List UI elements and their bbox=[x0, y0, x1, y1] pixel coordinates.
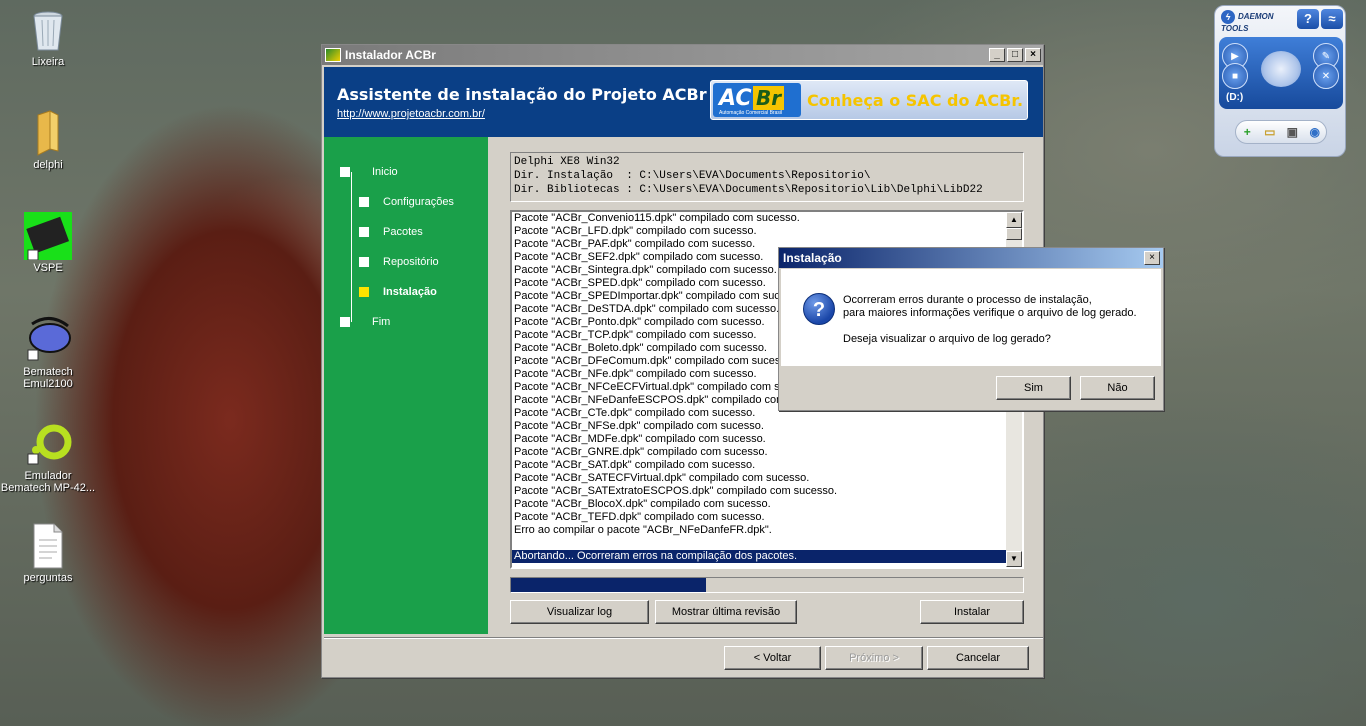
desktop-icon-bematech-emul2100[interactable]: Bematech Emul2100 bbox=[0, 316, 96, 390]
log-line[interactable]: Erro ao compilar o pacote "ACBr_NFeDanfe… bbox=[512, 524, 1006, 537]
recycle-bin-icon bbox=[24, 6, 72, 54]
daemon-tools-logo: ϟ DAEMON TOOLS bbox=[1221, 10, 1274, 33]
add-image-icon[interactable]: + bbox=[1240, 125, 1255, 140]
desktop-icon-label: VSPE bbox=[33, 262, 63, 274]
dialog-message-line3: Deseja visualizar o arquivo de log gerad… bbox=[843, 333, 1051, 345]
progress-fill bbox=[511, 578, 706, 592]
desktop-icon-delphi[interactable]: delphi bbox=[0, 109, 96, 171]
install-button[interactable]: Instalar bbox=[920, 600, 1024, 624]
desktop-icon-label: Bematech Emul2100 bbox=[23, 366, 73, 390]
view-log-button[interactable]: Visualizar log bbox=[510, 600, 649, 624]
desktop-icon-perguntas[interactable]: perguntas bbox=[0, 522, 96, 584]
step-instalacao: Instalação bbox=[359, 286, 437, 298]
step-marker bbox=[340, 317, 350, 327]
desktop-icon-label: perguntas bbox=[23, 572, 73, 584]
project-link[interactable]: http://www.projetoacbr.com.br/ bbox=[337, 108, 485, 120]
question-icon: ? bbox=[803, 293, 835, 325]
folder-icon bbox=[24, 109, 72, 157]
log-line[interactable]: Pacote "ACBr_SATExtratoESCPOS.dpk" compi… bbox=[512, 485, 1006, 498]
desktop-icon-vspe[interactable]: VSPE bbox=[0, 212, 96, 274]
log-line[interactable] bbox=[512, 537, 1006, 550]
virtual-drive[interactable]: ▶ ■ ✎ ✕ (D:) bbox=[1219, 37, 1343, 109]
drive-settings-icon[interactable]: ▣ bbox=[1285, 125, 1300, 140]
wizard-steps-sidebar: Inicio Configurações Pacotes Repositório… bbox=[324, 137, 488, 634]
unmount-icon[interactable]: ✕ bbox=[1313, 63, 1339, 89]
open-image-icon[interactable]: ▭ bbox=[1262, 125, 1277, 140]
desktop-icon-label: delphi bbox=[33, 159, 63, 171]
dialog-message-line2: para maiores informações verifique o arq… bbox=[843, 307, 1137, 319]
close-button[interactable]: × bbox=[1025, 48, 1041, 62]
log-line[interactable]: Pacote "ACBr_TEFD.dpk" compilado com suc… bbox=[512, 511, 1006, 524]
text-file-icon bbox=[24, 522, 72, 570]
window-title: Instalador ACBr bbox=[345, 48, 436, 62]
step-marker bbox=[359, 257, 369, 267]
banner-text: Conheça o SAC do ACBr. bbox=[807, 90, 1024, 110]
drive-label: (D:) bbox=[1226, 92, 1244, 103]
dialog-close-button[interactable]: × bbox=[1144, 251, 1160, 265]
scroll-thumb[interactable] bbox=[1006, 228, 1022, 240]
disc-icon bbox=[1261, 51, 1301, 87]
step-marker bbox=[359, 287, 369, 297]
bematech-emulator-icon bbox=[24, 316, 72, 364]
step-marker bbox=[340, 167, 350, 177]
catalog-icon[interactable]: ◉ bbox=[1307, 125, 1322, 140]
daemon-tools-gadget: ϟ DAEMON TOOLS ? ≈ ▶ ■ ✎ ✕ (D:) + ▭ ▣ ◉ bbox=[1214, 5, 1346, 157]
log-line[interactable]: Pacote "ACBr_Convenio115.dpk" compilado … bbox=[512, 212, 1006, 225]
dialog-yes-button[interactable]: Sim bbox=[996, 376, 1071, 400]
window-titlebar[interactable]: Instalador ACBr _ □ × bbox=[322, 45, 1043, 65]
environment-info: Delphi XE8 Win32 Dir. Instalação : C:\Use… bbox=[510, 152, 1024, 202]
next-button: Próximo > bbox=[825, 646, 923, 670]
installation-dialog: Instalação × ? Ocorreram erros durante o… bbox=[778, 247, 1164, 411]
log-line[interactable]: Pacote "ACBr_LFD.dpk" compilado com suce… bbox=[512, 225, 1006, 238]
rss-button[interactable]: ≈ bbox=[1321, 9, 1343, 29]
wizard-header: Assistente de instalação do Projeto ACBr… bbox=[324, 67, 1043, 137]
log-line[interactable]: Pacote "ACBr_SATECFVirtual.dpk" compilad… bbox=[512, 472, 1006, 485]
stop-icon[interactable]: ■ bbox=[1222, 63, 1248, 89]
log-line[interactable]: Pacote "ACBr_SAT.dpk" compilado com suce… bbox=[512, 459, 1006, 472]
log-line[interactable]: Pacote "ACBr_NFSe.dpk" compilado com suc… bbox=[512, 420, 1006, 433]
acbr-logo: AC Br Automação Comercial Brasil bbox=[713, 83, 801, 117]
log-line[interactable]: Pacote "ACBr_BlocoX.dpk" compilado com s… bbox=[512, 498, 1006, 511]
minimize-button[interactable]: _ bbox=[989, 48, 1005, 62]
step-configuracoes: Configurações bbox=[359, 196, 454, 208]
dialog-body: ? Ocorreram erros durante o processo de … bbox=[781, 269, 1161, 366]
sac-banner[interactable]: AC Br Automação Comercial Brasil Conheça… bbox=[710, 80, 1028, 120]
step-pacotes: Pacotes bbox=[359, 226, 423, 238]
maximize-button[interactable]: □ bbox=[1007, 48, 1023, 62]
install-progress-bar bbox=[510, 577, 1024, 593]
vspe-icon bbox=[24, 212, 72, 261]
step-repositorio: Repositório bbox=[359, 256, 439, 268]
back-button[interactable]: < Voltar bbox=[724, 646, 821, 670]
log-line[interactable]: Pacote "ACBr_MDFe.dpk" compilado com suc… bbox=[512, 433, 1006, 446]
log-line[interactable]: Abortando... Ocorreram erros na compilaç… bbox=[512, 550, 1006, 563]
app-icon bbox=[325, 48, 341, 62]
tree-line bbox=[351, 172, 352, 322]
dialog-title[interactable]: Instalação bbox=[779, 248, 1163, 268]
desktop-icon-label: Lixeira bbox=[31, 56, 65, 68]
scroll-up-button[interactable]: ▲ bbox=[1006, 212, 1022, 228]
daemon-toolbar: + ▭ ▣ ◉ bbox=[1235, 120, 1327, 144]
step-marker bbox=[359, 197, 369, 207]
desktop-icon-label: Emulador Bematech MP-42... bbox=[0, 470, 96, 494]
scroll-down-button[interactable]: ▼ bbox=[1006, 551, 1022, 567]
dialog-message-line1: Ocorreram erros durante o processo de in… bbox=[843, 294, 1092, 306]
step-inicio: Inicio bbox=[340, 166, 398, 178]
help-button[interactable]: ? bbox=[1297, 9, 1319, 29]
footer-separator bbox=[324, 637, 1043, 639]
cancel-button[interactable]: Cancelar bbox=[927, 646, 1029, 670]
page-title: Assistente de instalação do Projeto ACBr bbox=[337, 85, 707, 104]
step-marker bbox=[359, 227, 369, 237]
desktop-icon-bematech-mp42[interactable]: Emulador Bematech MP-42... bbox=[0, 420, 96, 494]
show-last-revision-button[interactable]: Mostrar última revisão bbox=[655, 600, 797, 624]
dialog-no-button[interactable]: Não bbox=[1080, 376, 1155, 400]
desktop-icon-recycle-bin[interactable]: Lixeira bbox=[0, 6, 96, 68]
bematech-mp-icon bbox=[24, 420, 72, 468]
log-line[interactable]: Pacote "ACBr_GNRE.dpk" compilado com suc… bbox=[512, 446, 1006, 459]
step-fim: Fim bbox=[340, 316, 390, 328]
